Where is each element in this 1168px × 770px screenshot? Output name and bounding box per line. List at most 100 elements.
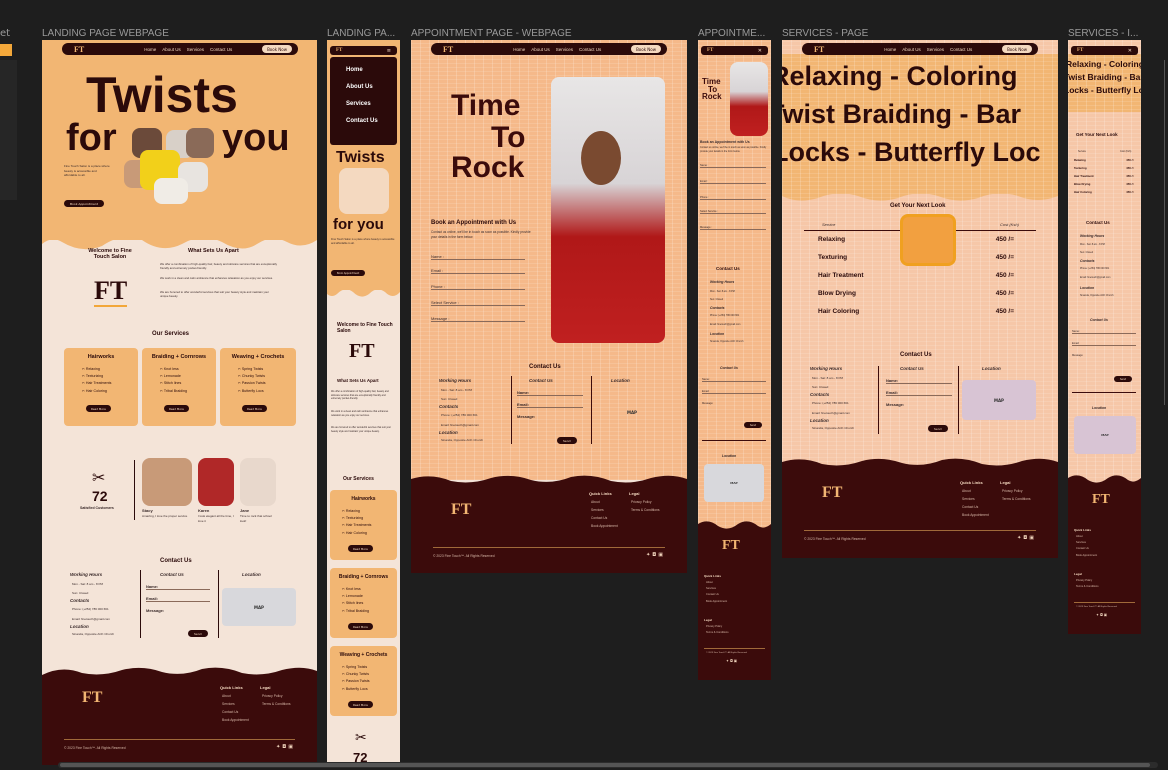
landing-mobile-frame[interactable]: FT ≡ Home About Us Services Contact Us T… [327,40,400,765]
name-field[interactable]: Name: [517,390,583,396]
frame-label-landing[interactable]: LANDING PAGE WEBPAGE [42,28,242,39]
nav-logo[interactable]: FT [74,45,84,54]
service-card-braiding[interactable]: Braiding + Cornrows Knot less Lemonade S… [142,348,216,426]
nav-home-link[interactable]: Home [884,47,896,52]
service-card-hairworks[interactable]: Hairworks Relaxing Texturizing Hair Trea… [64,348,138,426]
landing-book-appointment-button[interactable]: Book Appointment [64,200,104,207]
appt-select-service[interactable]: Select Service : [431,300,525,306]
nav-contact-link[interactable]: Contact Us [950,47,972,52]
footer-link[interactable]: Services [222,701,249,709]
read-more-button[interactable]: Read More [86,405,111,412]
footer-link[interactable]: Book Appointment [706,599,727,605]
appt-phone-field[interactable]: Phone : [431,284,525,290]
price-row[interactable]: Blow Drying 450 /= [818,290,1014,297]
footer-link[interactable]: Contact Us [962,504,989,512]
mobile-menu-home[interactable]: Home [346,67,397,73]
footer-link[interactable]: Privacy Policy [631,499,660,507]
facebook-icon[interactable]: ▣ [288,744,295,750]
message-field[interactable]: Message: [702,402,766,405]
mobile-menu-services[interactable]: Services [346,101,397,107]
footer-link[interactable]: Book Appointment [962,512,989,520]
contact-phone[interactable]: Phone: (+254) 786 000 661 [441,413,478,418]
footer-logo[interactable]: FT [722,538,740,554]
email-field[interactable]: Email: [1072,342,1136,346]
footer-link[interactable]: About [222,693,249,701]
nav-book-button[interactable]: Book Now [262,45,292,53]
message-field[interactable]: Message: [886,402,952,407]
mobile-menu-contact[interactable]: Contact Us [346,118,397,124]
nav-home-link[interactable]: Home [144,47,156,52]
appt-phone-field[interactable]: Phone : [700,196,766,200]
price-row[interactable]: Hair Coloring 450 /= [818,308,1014,315]
mobile-nav-logo[interactable]: FT [1077,48,1083,53]
nav-home-link[interactable]: Home [513,47,525,52]
footer-link[interactable]: About [962,488,989,496]
footer-link[interactable]: Terms & Conditions [262,701,291,709]
facebook-icon[interactable]: ▣ [734,659,738,663]
frame-label-services[interactable]: SERVICES - PAGE [782,28,982,39]
footer-link[interactable]: Terms & Conditions [1076,584,1099,590]
price-row[interactable]: Blow Drying 450 /= [1074,182,1134,186]
send-button[interactable]: Send [557,437,577,444]
frame-label-appointment-mobile[interactable]: APPOINTME... [698,28,770,39]
email-field[interactable]: Email: [886,390,952,396]
appt-message-field[interactable]: Message : [700,226,766,230]
send-button[interactable]: Send [1114,376,1133,382]
appointment-mobile-frame[interactable]: FT ✕ Time To Rock Book an Appointment wi… [698,40,771,680]
close-icon[interactable]: ✕ [758,48,762,54]
price-row[interactable]: Texturing 450 /= [1074,166,1134,170]
contact-email[interactable]: Email: finetouch@gmail.com [1080,276,1110,280]
read-more-button[interactable]: Read More [164,405,189,412]
footer-link[interactable]: About [591,499,618,507]
frame-label-landing-mobile[interactable]: LANDING PA... [327,28,399,39]
mobile-service-card[interactable]: Hairworks Relaxing Texturizing Hair Trea… [330,490,397,560]
read-more-button[interactable]: Read More [348,623,373,630]
footer-logo[interactable]: FT [82,689,102,707]
send-button[interactable]: Send [188,630,208,637]
footer-link[interactable]: Contact Us [591,515,618,523]
map-placeholder[interactable]: MAP [597,392,667,432]
appt-message-field[interactable]: Message : [431,316,525,322]
name-field[interactable]: Name: [146,584,210,590]
email-field[interactable]: Email: [146,596,210,602]
frame-label-appointment[interactable]: APPOINTMENT PAGE - WEBPAGE [411,28,611,39]
map-placeholder[interactable]: MAP [962,380,1036,420]
nav-about-link[interactable]: About Us [902,47,921,52]
services-frame[interactable]: FT Home About Us Services Contact Us Boo… [782,40,1058,558]
footer-link[interactable]: Privacy Policy [1002,488,1031,496]
nav-contact-link[interactable]: Contact Us [579,47,601,52]
footer-link[interactable]: Book Appointment [591,523,618,531]
canvas-horizontal-scrollbar[interactable] [58,762,1158,768]
contact-email[interactable]: Email: finetouch@gmail.com [710,323,740,327]
map-placeholder[interactable]: MAP [704,464,764,502]
nav-book-button[interactable]: Book Now [1002,45,1032,53]
landing-frame[interactable]: FT Home About Us Services Contact Us Boo… [42,40,317,765]
service-card-weaving[interactable]: Weaving + Crochets Spring Twists Chunky … [220,348,296,426]
contact-phone[interactable]: Phone: (+254) 786 000 661 [72,607,109,612]
right-edge-frame[interactable] [1164,60,1168,405]
nav-about-link[interactable]: About Us [531,47,550,52]
footer-link[interactable]: Services [962,496,989,504]
contact-email[interactable]: Email: finetouch@gmail.com [812,411,850,416]
footer-link[interactable]: Services [591,507,618,515]
send-button[interactable]: Send [744,422,763,428]
map-placeholder[interactable]: MAP [1074,416,1136,454]
price-row[interactable]: Texturing 450 /= [818,254,1014,261]
nav-contact-link[interactable]: Contact Us [210,47,232,52]
nav-services-link[interactable]: Services [187,47,204,52]
nav-logo[interactable]: FT [814,45,824,54]
read-more-button[interactable]: Read More [242,405,267,412]
contact-phone[interactable]: Phone: (+254) 786 000 661 [812,401,849,406]
mobile-book-button[interactable]: Book Appointment [331,270,366,276]
nav-book-button[interactable]: Book Now [631,45,661,53]
map-placeholder[interactable]: MAP [222,588,296,626]
mobile-nav-logo[interactable]: FT [707,48,713,53]
mobile-service-card[interactable]: Weaving + Crochets Spring Twists Chunky … [330,646,397,716]
message-field[interactable]: Message: [1072,354,1136,357]
message-field[interactable]: Message: [146,608,210,613]
price-row[interactable]: Hair Coloring 450 /= [1074,190,1134,194]
footer-link[interactable]: Book Appointment [222,717,249,725]
appt-name-field[interactable]: Name : [431,254,525,260]
read-more-button[interactable]: Read More [348,701,373,708]
name-field[interactable]: Name: [886,378,952,384]
